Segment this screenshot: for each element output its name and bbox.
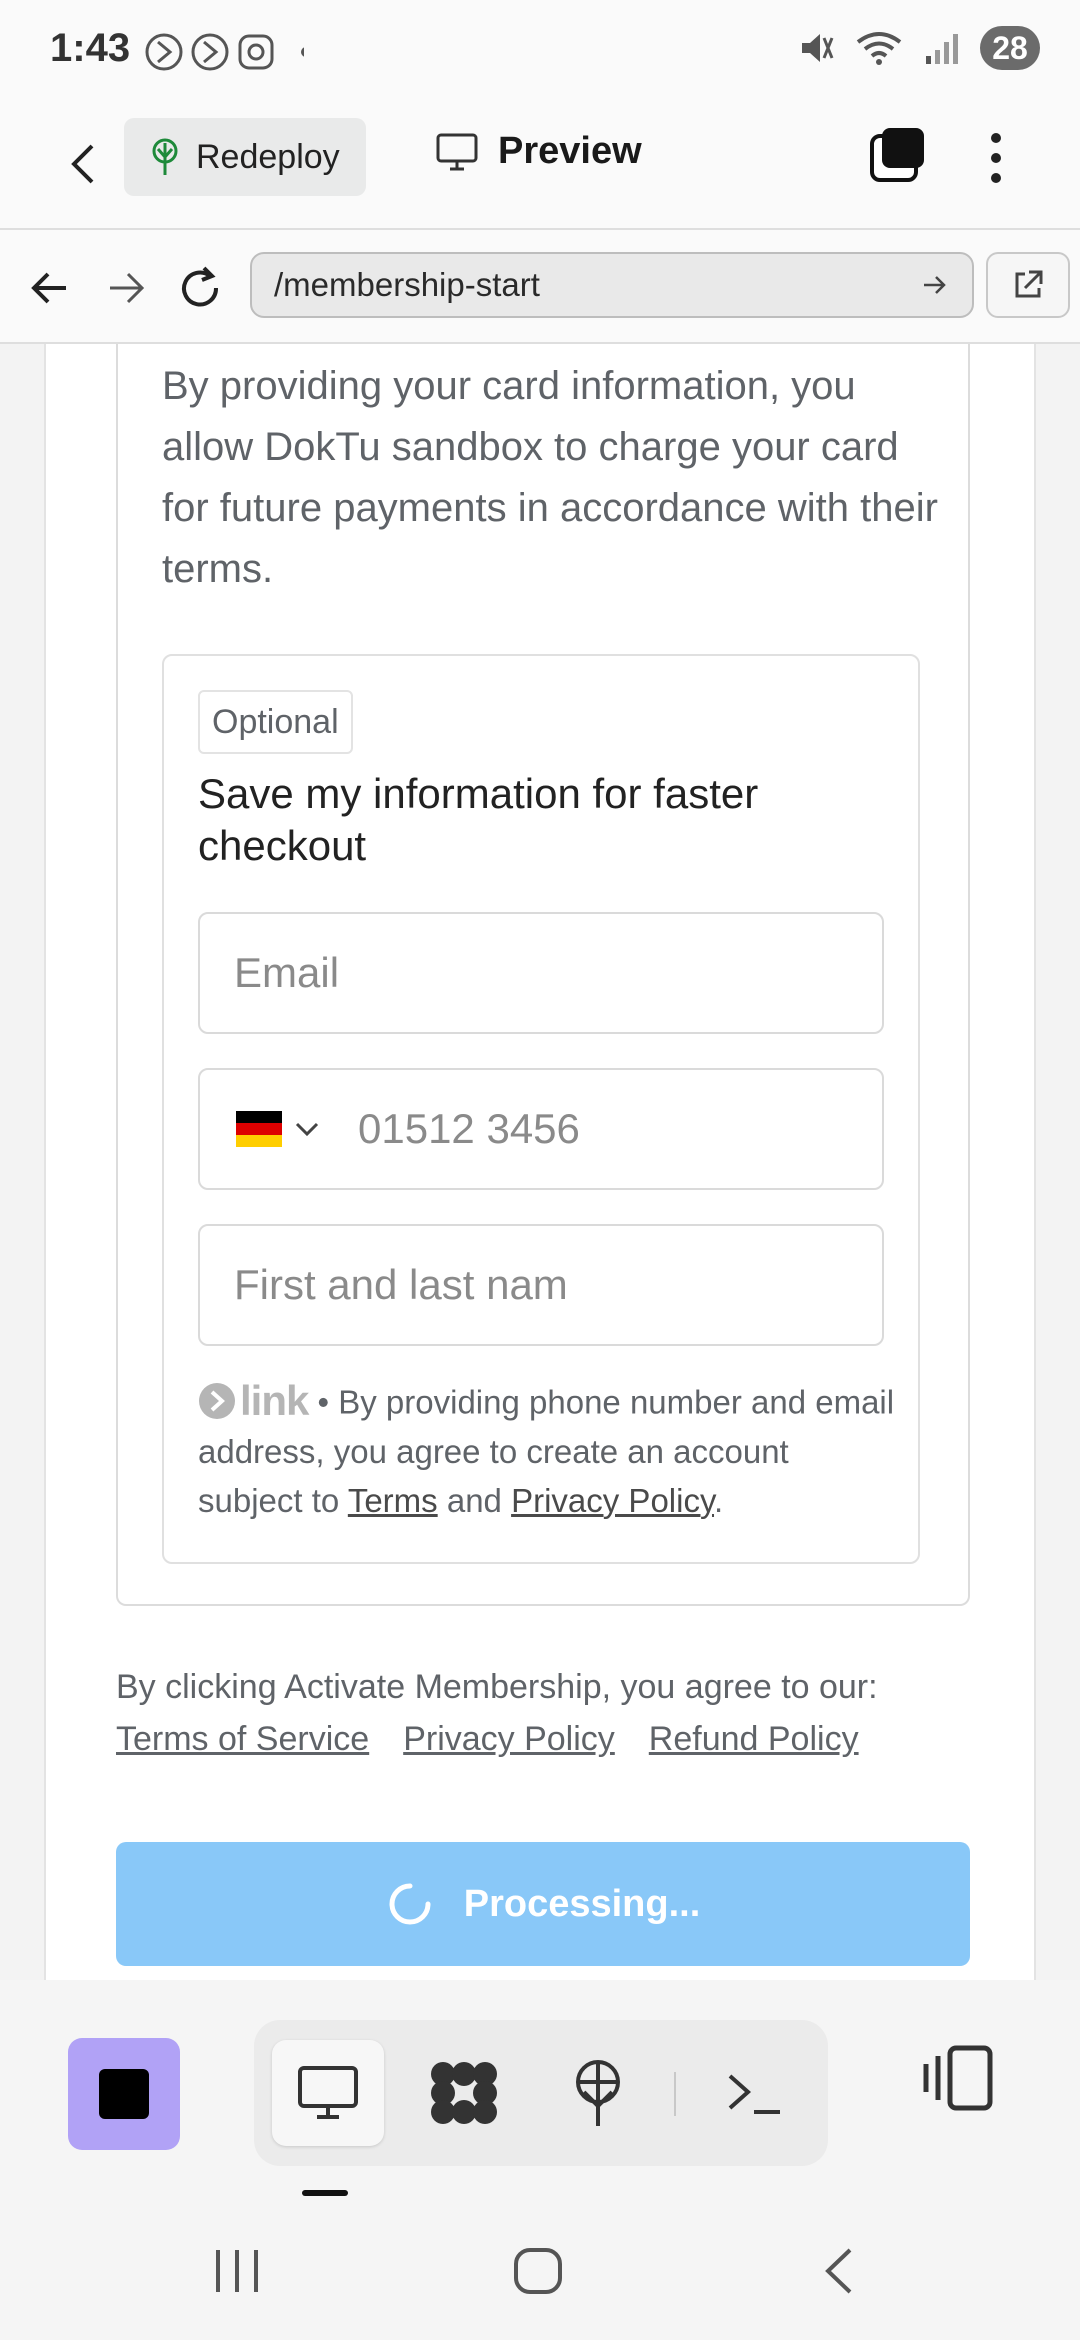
grid-apps-icon: [431, 2062, 497, 2124]
monitor-icon: [436, 133, 478, 170]
link-chevron-icon: [199, 1382, 235, 1419]
monitor-icon: [298, 2066, 358, 2119]
system-back-icon[interactable]: [820, 2246, 860, 2296]
app-header: Redeploy Preview: [0, 100, 1080, 230]
reload-icon[interactable]: [172, 260, 232, 316]
status-time: 1:43: [50, 26, 131, 70]
agreement-links: Terms of Service Privacy Policy Refund P…: [116, 1720, 859, 1759]
spinner-icon: [389, 1883, 431, 1925]
recents-icon[interactable]: [212, 2246, 262, 2296]
terminal-icon: [728, 2074, 780, 2114]
deploy-icon: [152, 138, 178, 175]
optional-badge: Optional: [198, 690, 353, 754]
privacy-policy-link[interactable]: Privacy Policy: [511, 1482, 714, 1519]
deploy-icon: [576, 2060, 620, 2126]
terminal-view-button[interactable]: [698, 2040, 810, 2146]
deploy-view-button[interactable]: [542, 2040, 654, 2146]
more-menu-button[interactable]: [976, 128, 1016, 188]
link-legal-text: link • By providing phone number and ema…: [198, 1376, 898, 1525]
bottom-toolbar: [0, 1980, 1080, 2200]
open-external-button[interactable]: [986, 252, 1070, 318]
url-bar: /membership-start: [0, 232, 1080, 344]
save-info-title: Save my information for faster checkout: [198, 770, 759, 869]
link-brand: link: [240, 1377, 309, 1424]
link-save-info-box: Optional Save my information for faster …: [162, 654, 920, 1564]
url-input[interactable]: /membership-start: [250, 252, 974, 318]
apps-view-button[interactable]: [408, 2040, 520, 2146]
home-icon[interactable]: [512, 2246, 564, 2296]
preview-label: Preview: [498, 130, 642, 172]
chevron-down-icon[interactable]: [294, 1120, 320, 1138]
card-consent-text: By providing your card information, you …: [162, 364, 938, 591]
name-placeholder: First and last nam: [234, 1261, 568, 1308]
wifi-icon: [856, 32, 902, 65]
system-nav-bar: [0, 2200, 1080, 2340]
germany-flag-icon[interactable]: [236, 1111, 282, 1147]
web-content: By providing your card information, you …: [0, 344, 1080, 1980]
checkout-page: By providing your card information, you …: [44, 344, 1036, 1980]
notification-icons: [145, 33, 304, 71]
phone-field[interactable]: 01512 3456: [198, 1068, 884, 1190]
agreement-text: By clicking Activate Membership, you agr…: [116, 1668, 878, 1706]
period: .: [714, 1481, 724, 1519]
link-logo: link: [198, 1376, 309, 1425]
processing-label: Processing...: [463, 1882, 701, 1925]
preview-view-button[interactable]: [272, 2040, 384, 2146]
email-placeholder: Email: [234, 949, 340, 996]
and-text: and: [437, 1481, 512, 1519]
back-button[interactable]: [58, 136, 108, 192]
terms-of-service-link[interactable]: Terms of Service: [116, 1720, 369, 1759]
signal-icon: [926, 34, 958, 64]
browser-back-icon[interactable]: [20, 260, 80, 316]
refund-policy-link[interactable]: Refund Policy: [649, 1720, 859, 1759]
redeploy-label: Redeploy: [196, 137, 340, 176]
stop-icon: [99, 2069, 149, 2119]
mute-icon: [802, 34, 834, 62]
url-text: /membership-start: [274, 266, 540, 303]
status-bar: 1:43 28: [0, 0, 1080, 100]
battery-level: 28: [980, 26, 1040, 70]
tabs-stack-button[interactable]: [868, 126, 928, 186]
browser-forward-icon[interactable]: [96, 260, 156, 316]
redeploy-button[interactable]: Redeploy: [124, 118, 366, 196]
side-panel-button[interactable]: [920, 2042, 996, 2114]
email-field[interactable]: Email: [198, 912, 884, 1034]
name-field[interactable]: First and last nam: [198, 1224, 884, 1346]
terms-link[interactable]: Terms: [348, 1482, 438, 1519]
go-arrow-icon[interactable]: [920, 271, 950, 299]
preview-tab[interactable]: Preview: [436, 130, 642, 173]
processing-button[interactable]: Processing...: [116, 1842, 970, 1966]
segment-divider: [674, 2072, 676, 2116]
phone-placeholder: 01512 3456: [358, 1105, 580, 1152]
view-switcher: [254, 2020, 828, 2166]
stop-button[interactable]: [68, 2038, 180, 2150]
active-view-indicator: [302, 2190, 348, 2196]
external-link-icon: [1015, 270, 1043, 298]
status-right: 28: [798, 26, 1040, 70]
agreement-privacy-policy-link[interactable]: Privacy Policy: [403, 1720, 615, 1759]
